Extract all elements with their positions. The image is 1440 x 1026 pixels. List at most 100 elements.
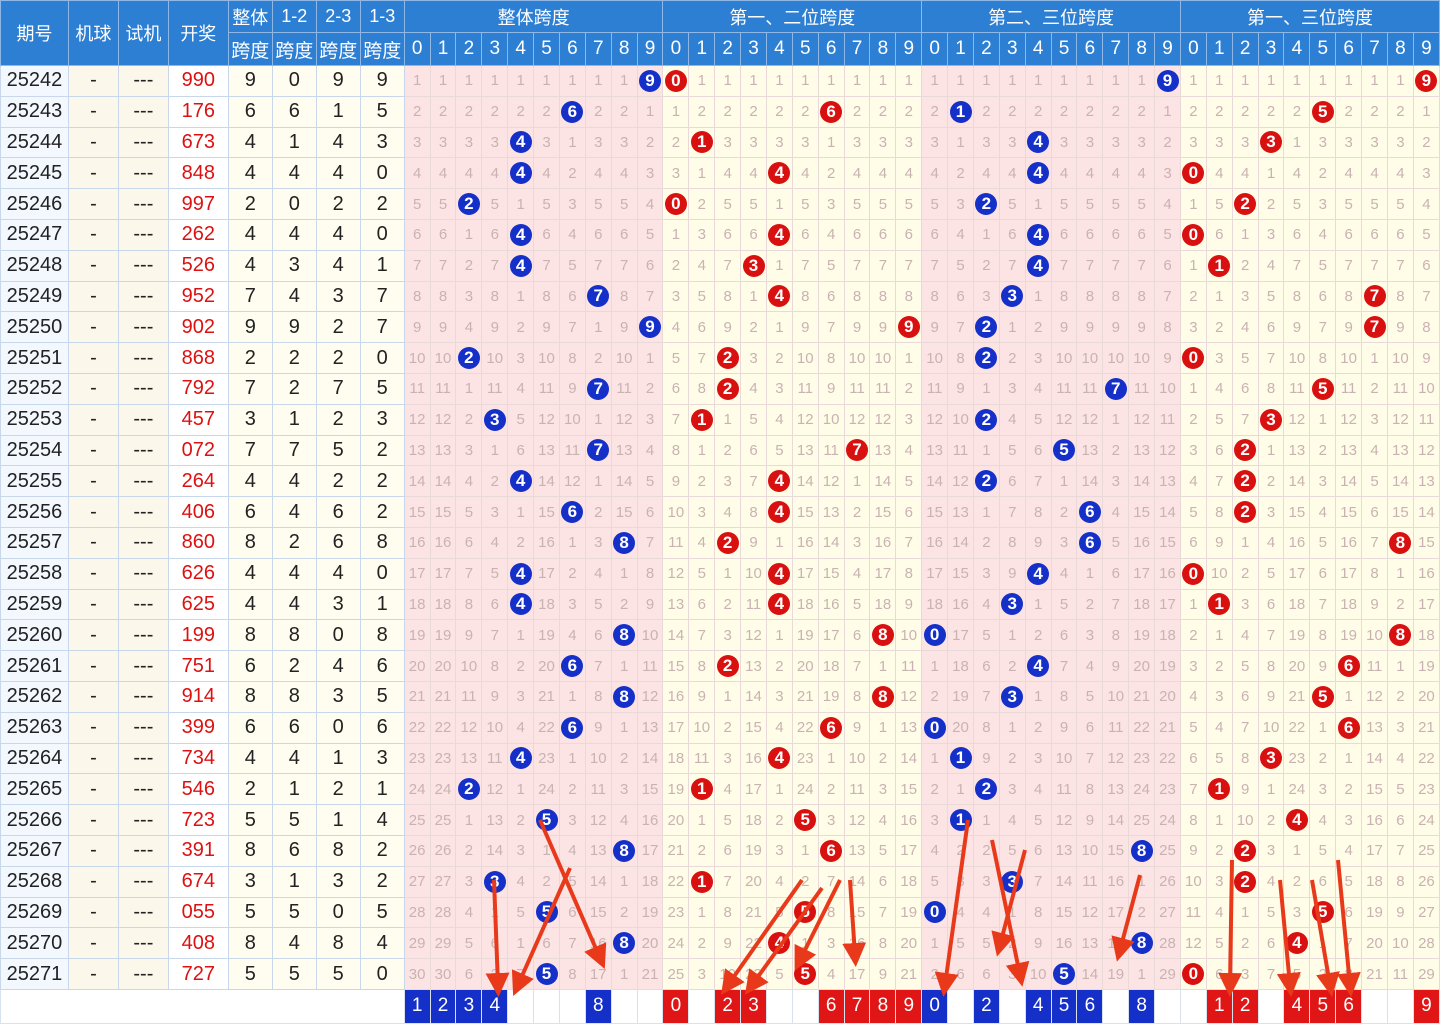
omission-cell: 15: [1050, 896, 1078, 929]
omission-cell: 13: [1076, 927, 1104, 960]
omission-cell: 26: [429, 834, 457, 867]
omission-cell: 19: [791, 619, 819, 652]
omission-cell: 12: [791, 403, 819, 436]
omission-cell: 1: [481, 434, 509, 467]
omission-cell: 25: [1412, 834, 1440, 867]
test-cell: ---: [117, 280, 169, 313]
span-value-cell: 8: [315, 927, 361, 960]
omission-cell: 9: [1361, 588, 1388, 621]
omission-cell: 2: [688, 188, 716, 220]
omission-cell: 1: [1231, 218, 1259, 251]
digit-header: 6: [558, 32, 586, 66]
span-value-cell: 7: [359, 311, 405, 344]
span-value-cell: 4: [271, 588, 317, 621]
omission-cell: 2: [610, 95, 638, 128]
omission-cell: 4: [1205, 896, 1233, 929]
omission-cell: 7: [558, 311, 586, 344]
omission-cell: 7: [1335, 249, 1363, 282]
hit-ball: 3: [1001, 870, 1024, 893]
footer-digit-cell: 5: [1309, 988, 1337, 1024]
omission-cell: 1: [817, 65, 845, 97]
omission-cell: 2: [636, 126, 664, 159]
hit-cell: 4: [765, 280, 793, 313]
span-value-cell: 6: [227, 95, 273, 128]
footer-empty-cell: [765, 988, 793, 1024]
omission-cell: 2: [1205, 311, 1233, 344]
omission-cell: 4: [688, 249, 716, 282]
hit-cell: 5: [1309, 680, 1337, 713]
hit-ball: 4: [509, 254, 532, 277]
hit-cell: 6: [558, 650, 586, 682]
omission-cell: 5: [1076, 680, 1104, 713]
omission-cell: 2: [688, 95, 716, 128]
omission-cell: 6: [533, 218, 560, 251]
omission-cell: 7: [740, 465, 767, 498]
draw-header: 开奖: [167, 0, 229, 66]
omission-cell: 3: [1361, 403, 1388, 436]
omission-cell: 1: [688, 804, 716, 836]
omission-cell: 28: [403, 896, 431, 929]
span-value-cell: 1: [359, 249, 405, 282]
test-cell: ---: [117, 865, 169, 898]
issue-cell: 25248: [0, 249, 69, 282]
span-col-header-top: 2-3: [315, 0, 361, 33]
omission-cell: 8: [1024, 896, 1052, 929]
omission-cell: 3: [1102, 126, 1130, 159]
hit-ball: 2: [716, 531, 739, 554]
omission-cell: 9: [662, 465, 690, 498]
hit-cell: 7: [584, 280, 612, 313]
omission-cell: 8: [533, 280, 560, 313]
omission-cell: 24: [533, 773, 560, 806]
hit-cell: 6: [558, 95, 586, 128]
omission-cell: 23: [791, 742, 819, 775]
omission-cell: 21: [791, 680, 819, 713]
omission-cell: 18: [403, 588, 431, 621]
hit-ball: 3: [1001, 685, 1024, 708]
omission-cell: 5: [869, 834, 897, 867]
omission-cell: 1: [584, 65, 612, 97]
span-value-cell: 5: [227, 804, 273, 836]
issue-cell: 25249: [0, 280, 69, 313]
omission-cell: 12: [1154, 434, 1181, 467]
hit-cell: 5: [1050, 434, 1078, 467]
hit-cell: 4: [765, 588, 793, 621]
omission-cell: 6: [921, 218, 949, 251]
draw-cell: 546: [167, 773, 229, 806]
hit-cell: 4: [1024, 218, 1052, 251]
omission-cell: 3: [429, 126, 457, 159]
digit-header: 9: [636, 32, 664, 66]
omission-cell: 7: [843, 650, 871, 682]
table-row: 25243- --- 176 6 6 1 5 2 2 2 2 2 2 6 2 2 1 1 2 2 2 2 2 6 2 2 2 2 1 2 2…: [0, 95, 1440, 128]
omission-cell: 13: [1386, 434, 1414, 467]
omission-cell: 23: [1128, 742, 1156, 775]
omission-cell: 3: [765, 680, 793, 713]
omission-cell: 6: [507, 434, 535, 467]
hit-ball: 5: [1311, 685, 1334, 708]
machine-cell: -: [67, 865, 119, 898]
omission-cell: 4: [507, 372, 535, 405]
omission-cell: 4: [1024, 372, 1052, 405]
test-cell: ---: [117, 249, 169, 282]
hit-ball: 8: [1389, 624, 1412, 647]
hit-cell: 2: [972, 773, 1000, 806]
omission-cell: 3: [1361, 126, 1388, 159]
span-value-cell: 1: [271, 773, 317, 806]
span-value-cell: 2: [359, 434, 405, 467]
hit-ball: 2: [975, 347, 998, 370]
omission-cell: 3: [403, 126, 431, 159]
omission-cell: 1: [972, 65, 1000, 97]
omission-cell: 12: [843, 804, 871, 836]
omission-cell: 4: [998, 157, 1026, 190]
omission-cell: 6: [1335, 896, 1363, 929]
omission-cell: 1: [455, 804, 483, 836]
span-value-cell: 4: [315, 218, 361, 251]
omission-cell: 17: [740, 773, 767, 806]
hit-ball: 9: [639, 316, 661, 339]
span-value-cell: 6: [271, 95, 317, 128]
hit-cell: 1: [947, 804, 974, 836]
omission-cell: 26: [1412, 865, 1440, 898]
hit-cell: 6: [558, 496, 586, 528]
omission-cell: 9: [972, 742, 1000, 775]
omission-cell: 3: [455, 865, 483, 898]
omission-cell: 4: [972, 588, 1000, 621]
